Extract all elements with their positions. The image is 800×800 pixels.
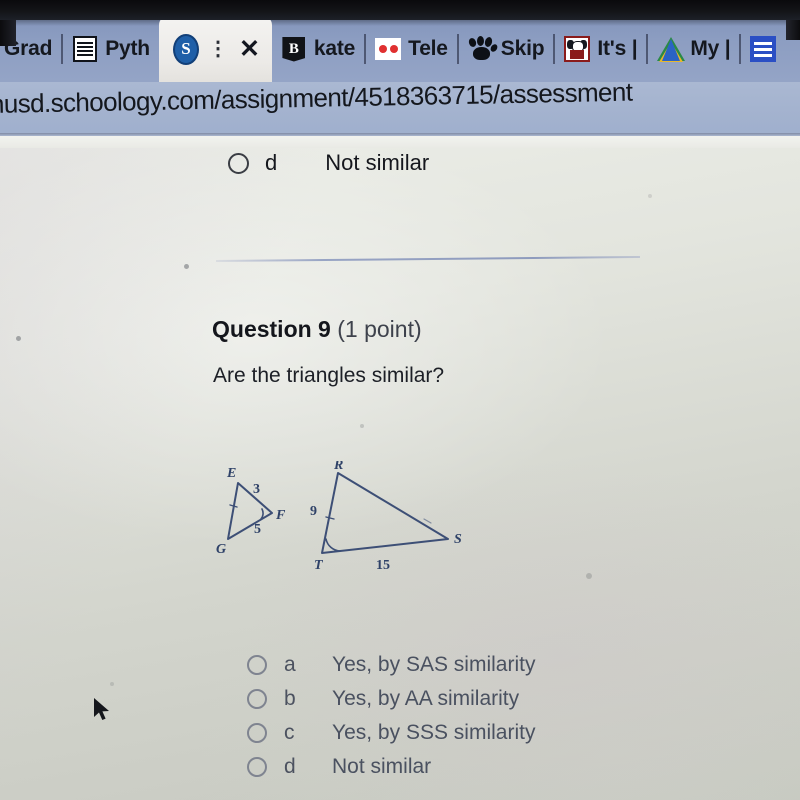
option-letter: a: [284, 653, 296, 676]
radio-button[interactable]: [247, 757, 267, 777]
vertex-label-e: E: [226, 466, 236, 481]
vertex-label-f: F: [275, 508, 286, 523]
vertex-label-s: S: [454, 532, 462, 547]
addressbar-underline: [0, 133, 800, 136]
page-content: d Not similar Question 9 (1 point) Are t…: [0, 136, 800, 800]
previous-question-option-d[interactable]: d Not similar: [228, 150, 429, 176]
mouse-cursor: [92, 696, 112, 729]
dog-face-icon: [564, 36, 591, 62]
option-text: Not similar: [325, 150, 430, 175]
screen-photo: Grad Pyth S ⋮ ✕ B kate Tele Skip It's | …: [0, 0, 800, 800]
google-drive-icon: [657, 36, 686, 62]
option-text: Yes, by SSS similarity: [332, 721, 536, 744]
vertex-label-r: R: [333, 461, 343, 473]
tab-label: It's |: [597, 37, 638, 60]
browser-tab-its[interactable]: It's |: [555, 16, 646, 82]
browser-address-bar[interactable]: nusd.schoology.com/assignment/4518363715…: [0, 82, 800, 136]
question-number: Question 9: [212, 316, 331, 342]
browser-tab-blue-doc[interactable]: [741, 16, 785, 82]
paw-print-icon: [467, 36, 499, 62]
option-letter: d: [265, 150, 278, 175]
option-letter: d: [284, 755, 296, 778]
address-bar-url[interactable]: nusd.schoology.com/assignment/4518363715…: [0, 82, 633, 120]
option-letter: b: [284, 687, 296, 710]
vertex-label-t: T: [314, 558, 324, 573]
dust-speck: [16, 336, 21, 341]
answer-option-b[interactable]: b Yes, by AA similarity: [247, 682, 535, 716]
tab-label: Skip: [500, 37, 545, 60]
answer-option-a[interactable]: a Yes, by SAS similarity: [247, 648, 535, 682]
tab-label: Pyth: [105, 37, 150, 60]
radio-button[interactable]: [247, 723, 267, 743]
radio-button[interactable]: [247, 689, 267, 709]
option-text: Yes, by SAS similarity: [332, 653, 536, 676]
radio-button[interactable]: [228, 152, 249, 174]
tab-label: My |: [690, 37, 731, 60]
browser-tab-pyth[interactable]: Pyth: [63, 16, 159, 82]
tick-eg: [229, 504, 238, 508]
question-divider: [216, 255, 640, 263]
two-red-dots-icon: [375, 36, 402, 62]
dust-speck: [586, 573, 592, 579]
answer-option-d[interactable]: d Not similar: [247, 750, 535, 784]
vertex-label-g: G: [216, 542, 226, 557]
tab-menu-icon[interactable]: ⋮: [208, 39, 228, 59]
black-b-flag-icon: B: [281, 36, 307, 62]
side-label-9: 9: [310, 504, 317, 519]
side-label-5: 5: [254, 522, 261, 537]
monitor-bezel-top: [0, 0, 800, 20]
blue-menu-icon: [750, 36, 777, 62]
tab-label: Tele: [408, 37, 448, 60]
browser-tab-schoology-active[interactable]: S ⋮ ✕: [158, 16, 272, 82]
close-icon[interactable]: ✕: [239, 36, 260, 62]
answer-option-c[interactable]: c Yes, by SSS similarity: [247, 716, 535, 750]
option-letter: c: [284, 721, 295, 744]
tab-list: Grad Pyth S ⋮ ✕ B kate Tele Skip It's | …: [0, 16, 785, 82]
radio-button[interactable]: [247, 655, 267, 675]
side-label-3: 3: [253, 482, 260, 497]
question-points: (1 point): [337, 316, 422, 342]
triangles-figure: E F G R S T 3 5 9 15: [210, 461, 480, 581]
assessment-page: d Not similar Question 9 (1 point) Are t…: [0, 136, 800, 800]
schoology-s-icon: S: [172, 33, 199, 65]
option-text: Yes, by AA similarity: [332, 687, 520, 710]
question-prompt: Are the triangles similar?: [213, 364, 445, 387]
small-triangle-path: [227, 482, 273, 540]
tick-rs: [423, 518, 432, 524]
dust-speck: [648, 194, 652, 198]
angle-mark-f: [260, 508, 264, 520]
option-text: Not similar: [332, 755, 432, 778]
browser-tab-kate[interactable]: B kate: [272, 16, 364, 82]
tick-rt: [325, 516, 335, 520]
answer-options-list: a Yes, by SAS similarity b Yes, by AA si…: [247, 648, 535, 784]
dust-speck: [110, 682, 114, 686]
question-heading: Question 9 (1 point): [212, 316, 422, 343]
triangles-svg: E F G R S T 3 5 9 15: [216, 461, 462, 573]
browser-tab-skip[interactable]: Skip: [459, 16, 554, 82]
side-label-15: 15: [376, 558, 390, 573]
angle-mark-t: [325, 538, 341, 552]
browser-tab-tele[interactable]: Tele: [366, 16, 457, 82]
dust-speck: [184, 264, 189, 269]
browser-tab-strip: Grad Pyth S ⋮ ✕ B kate Tele Skip It's | …: [0, 16, 800, 82]
dust-speck: [360, 424, 364, 428]
large-triangle-path: [321, 472, 449, 554]
tab-label: kate: [313, 37, 356, 60]
browser-tab-my[interactable]: My |: [648, 16, 739, 82]
document-lines-icon: [72, 36, 98, 62]
